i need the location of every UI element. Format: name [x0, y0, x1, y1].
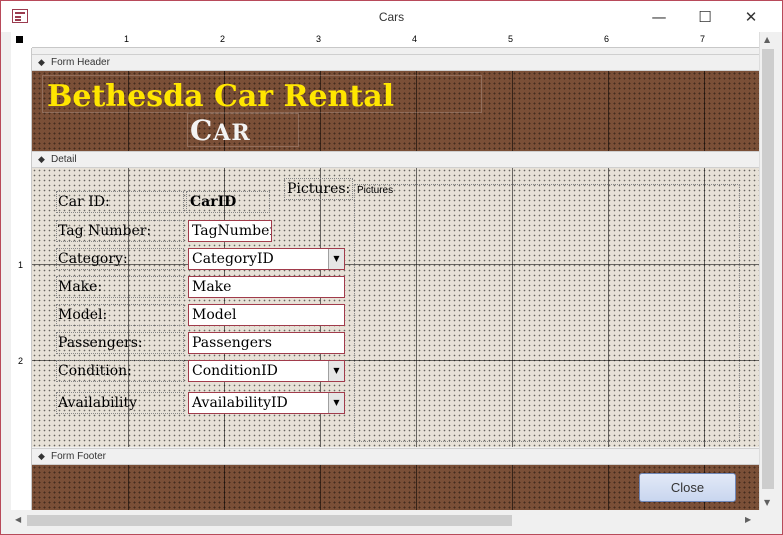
car-id-field[interactable]: CarID — [186, 191, 270, 213]
ruler-mark: 2 — [18, 356, 24, 366]
model-field[interactable]: Model — [188, 304, 345, 326]
ruler-mark: 2 — [220, 34, 226, 44]
category-combo[interactable]: CategoryID ▼ — [188, 248, 345, 270]
section-arrow-icon: ◆ — [38, 154, 45, 164]
ruler-mark: 1 — [18, 260, 24, 270]
model-label: Model: — [56, 304, 184, 326]
section-label: Detail — [51, 154, 77, 165]
ruler-mark: 4 — [412, 34, 418, 44]
section-arrow-icon: ◆ — [38, 57, 45, 67]
horizontal-scrollbar[interactable]: ◀ ▶ — [11, 512, 759, 529]
section-arrow-icon: ◆ — [38, 451, 45, 461]
ruler-mark: 7 — [700, 34, 706, 44]
make-field[interactable]: Make — [188, 276, 345, 298]
condition-combo[interactable]: ConditionID ▼ — [188, 360, 345, 382]
dropdown-arrow-icon[interactable]: ▼ — [328, 361, 344, 381]
scroll-down-icon[interactable]: ▼ — [764, 498, 770, 507]
category-label: Category: — [56, 248, 184, 270]
close-button[interactable]: Close — [639, 473, 736, 502]
form-title[interactable]: Bethesda Car Rental — [47, 79, 394, 114]
scroll-left-icon[interactable]: ◀ — [15, 515, 21, 524]
section-label: Form Footer — [51, 451, 107, 462]
passengers-field[interactable]: Passengers — [188, 332, 345, 354]
dropdown-arrow-icon[interactable]: ▼ — [328, 393, 344, 413]
scroll-right-icon[interactable]: ▶ — [745, 515, 751, 524]
close-window-button[interactable]: ✕ — [728, 1, 774, 32]
section-label: Form Header — [51, 57, 110, 68]
vertical-scroll-thumb[interactable] — [762, 49, 774, 489]
tag-number-field[interactable]: TagNumber — [188, 220, 272, 242]
category-value: CategoryID — [192, 251, 274, 267]
form-selector[interactable] — [11, 32, 32, 48]
ruler-mark: 1 — [124, 34, 130, 44]
pictures-control-name: Pictures — [357, 185, 394, 196]
tag-number-label: Tag Number: — [56, 220, 184, 242]
vertical-ruler[interactable]: 1 2 — [11, 48, 32, 510]
dropdown-arrow-icon[interactable]: ▼ — [328, 249, 344, 269]
ruler-mark: 3 — [316, 34, 322, 44]
maximize-button[interactable]: ☐ — [682, 1, 728, 32]
subtitle-initial: C — [190, 114, 214, 147]
horizontal-scroll-thumb[interactable] — [27, 515, 512, 526]
subtitle-rest: AR — [213, 120, 251, 146]
availability-value: AvailabilityID — [192, 395, 288, 411]
title-bar: Cars — ☐ ✕ — [1, 1, 782, 32]
detail-section[interactable]: Car ID: CarID Tag Number: TagNumber Cate… — [32, 168, 759, 447]
passengers-label: Passengers: — [56, 332, 184, 354]
horizontal-ruler[interactable]: 1 2 3 4 5 6 7 — [32, 32, 759, 48]
form-footer-section[interactable]: Close — [32, 465, 759, 510]
make-label: Make: — [56, 276, 184, 298]
scroll-up-icon[interactable]: ▲ — [764, 35, 770, 44]
condition-label: Condition: — [56, 360, 184, 382]
ruler-mark: 6 — [604, 34, 610, 44]
ruler-mark: 5 — [508, 34, 514, 44]
pictures-image-control[interactable] — [354, 184, 740, 442]
form-footer-bar[interactable]: ◆ Form Footer — [32, 448, 759, 465]
detail-bar[interactable]: ◆ Detail — [32, 151, 759, 168]
form-header-bar[interactable]: ◆ Form Header — [32, 54, 759, 71]
form-header-section[interactable]: Bethesda Car Rental CAR — [32, 71, 759, 151]
vertical-scrollbar[interactable]: ▲ ▼ — [759, 32, 776, 510]
availability-label: Availability — [56, 392, 184, 414]
minimize-button[interactable]: — — [636, 1, 682, 32]
form-subtitle[interactable]: CAR — [190, 114, 251, 147]
availability-combo[interactable]: AvailabilityID ▼ — [188, 392, 345, 414]
car-id-label: Car ID: — [56, 191, 184, 213]
access-form-window: Cars — ☐ ✕ 1 2 3 4 5 6 7 1 2 ◆ Form Head… — [0, 0, 783, 535]
condition-value: ConditionID — [192, 363, 278, 379]
pictures-label: Pictures: — [284, 178, 354, 200]
